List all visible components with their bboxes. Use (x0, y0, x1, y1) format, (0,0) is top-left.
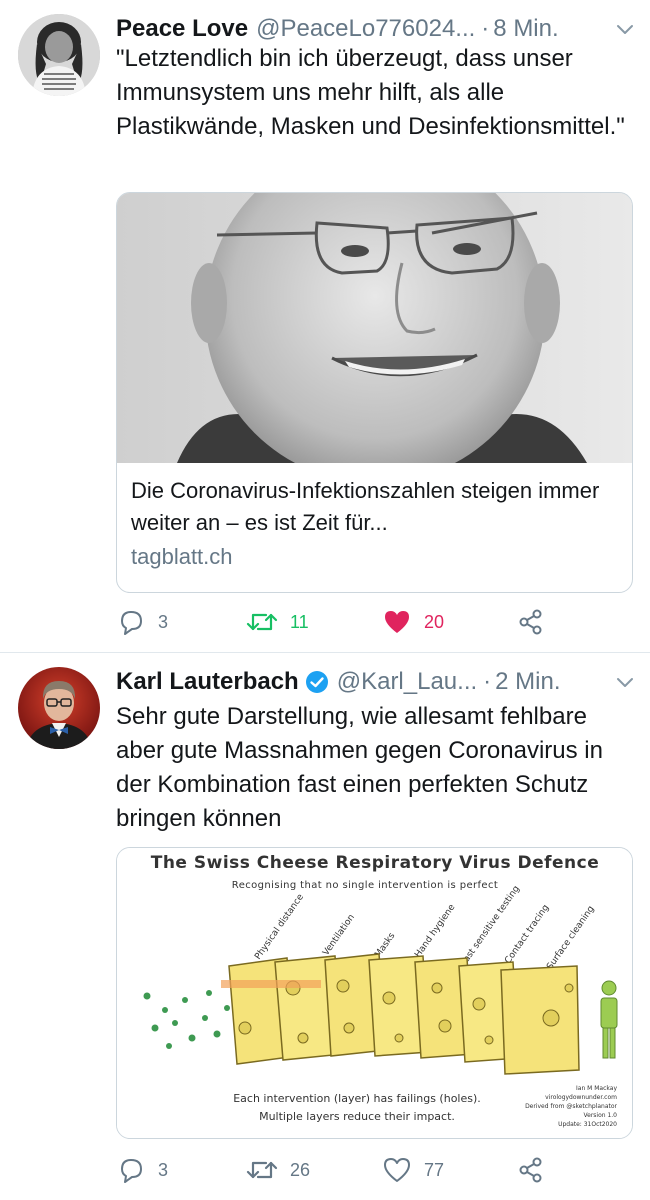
credit-line-4: Version 1.0 (583, 1112, 617, 1119)
chevron-down-icon[interactable] (614, 671, 636, 693)
credit-line-3: Derived from @sketchplanator (525, 1103, 617, 1110)
share-button[interactable] (516, 604, 546, 640)
like-button[interactable]: 77 (382, 1152, 444, 1188)
tweet-actions: 3 11 20 (116, 604, 546, 640)
credit-line-2: virologydownunder.com (545, 1094, 617, 1101)
share-button[interactable] (516, 1152, 546, 1188)
separator-dot: · (481, 15, 490, 42)
like-count: 20 (424, 611, 445, 632)
share-icon (519, 1157, 542, 1183)
avatar-peace-love[interactable] (18, 14, 100, 96)
tweet-text: Sehr gute Darstellung, wie allesamt fehl… (116, 703, 603, 832)
user-handle[interactable]: @Karl_Lau... (337, 665, 477, 699)
reply-count: 3 (158, 611, 169, 632)
media-image[interactable]: The Swiss Cheese Respiratory Virus Defen… (116, 847, 633, 1139)
caption-2: Multiple layers reduce their impact. (259, 1110, 455, 1123)
reply-button[interactable]: 3 (116, 1152, 168, 1188)
chevron-down-icon[interactable] (614, 18, 636, 40)
heart-icon (384, 1158, 410, 1182)
heart-icon (385, 611, 409, 633)
timestamp[interactable]: 8 Min. (493, 12, 558, 46)
display-name[interactable]: Peace Love (116, 12, 248, 46)
caption-1: Each intervention (layer) has failings (… (233, 1092, 481, 1105)
card-body: Die Coronavirus-Infektionszahlen steigen… (117, 463, 632, 575)
verified-badge-icon (305, 671, 328, 693)
tweet-2[interactable]: Karl Lauterbach @Karl_Lau... · 2 Min. Se… (0, 653, 650, 1200)
retweet-button[interactable]: 11 (246, 604, 309, 640)
share-icon (519, 609, 542, 635)
credit-line-1: Ian M Mackay (576, 1085, 617, 1092)
timestamp[interactable]: 2 Min. (495, 665, 560, 699)
retweet-icon (246, 613, 278, 631)
tweet-header: Peace Love @PeaceLo776024... · 8 Min. (116, 12, 636, 46)
retweet-icon (246, 1161, 278, 1179)
reply-icon (121, 611, 142, 635)
reply-button[interactable]: 3 (116, 604, 168, 640)
like-count: 77 (424, 1159, 445, 1180)
card-image (117, 193, 632, 463)
display-name[interactable]: Karl Lauterbach (116, 665, 299, 699)
media-title: The Swiss Cheese Respiratory Virus Defen… (151, 853, 600, 873)
like-button[interactable]: 20 (382, 604, 444, 640)
tweet-header: Karl Lauterbach @Karl_Lau... · 2 Min. (116, 665, 636, 699)
reply-icon (121, 1159, 142, 1183)
card-title[interactable]: Die Coronavirus-Infektionszahlen steigen… (131, 475, 618, 539)
tweet-1[interactable]: Peace Love @PeaceLo776024... · 8 Min. "L… (0, 0, 650, 652)
tweet-actions: 3 26 77 (116, 1152, 546, 1188)
retweet-count: 11 (290, 611, 309, 632)
retweet-button[interactable]: 26 (246, 1152, 310, 1188)
media-subtitle: Recognising that no single intervention … (232, 880, 498, 891)
retweet-count: 26 (290, 1159, 311, 1180)
separator-dot: · (483, 668, 492, 695)
credit-line-5: Update: 31Oct2020 (558, 1121, 617, 1128)
tweet-text: "Letztendlich bin ich überzeugt, dass un… (116, 45, 625, 140)
user-handle[interactable]: @PeaceLo776024... (256, 12, 475, 46)
avatar-karl-lauterbach[interactable] (18, 667, 100, 749)
reply-count: 3 (158, 1159, 169, 1180)
card-domain[interactable]: tagblatt.ch (131, 539, 618, 575)
link-card[interactable]: Die Coronavirus-Infektionszahlen steigen… (116, 192, 633, 593)
